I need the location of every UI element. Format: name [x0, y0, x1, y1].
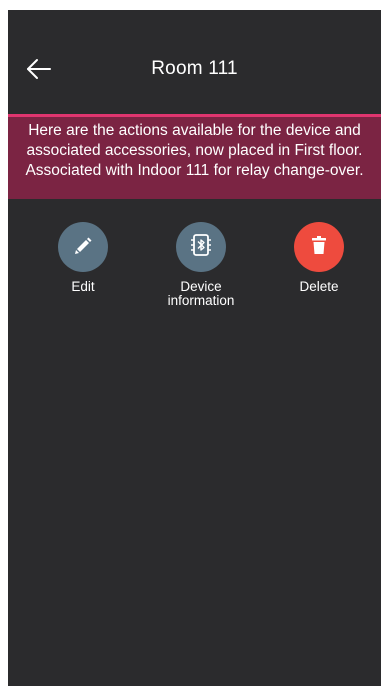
delete-circle	[294, 222, 344, 272]
delete-label: Delete	[299, 279, 339, 294]
pencil-icon	[71, 233, 95, 262]
edit-button[interactable]: Edit	[33, 222, 133, 294]
delete-button[interactable]: Delete	[269, 222, 369, 294]
device-information-circle	[176, 222, 226, 272]
app-header: Room 111	[8, 10, 381, 114]
device-information-button[interactable]: Device information	[151, 222, 251, 308]
action-bar: Edit Device information Delete	[8, 222, 381, 332]
info-banner: Here are the actions available for the d…	[8, 117, 381, 199]
device-information-label: Device information	[167, 279, 235, 308]
app-screen: Room 111 Here are the actions available …	[8, 10, 381, 686]
edit-label: Edit	[71, 279, 95, 294]
edit-circle	[58, 222, 108, 272]
page-title: Room 111	[151, 58, 238, 79]
bluetooth-chip-icon	[188, 232, 214, 263]
trash-icon	[307, 233, 331, 262]
